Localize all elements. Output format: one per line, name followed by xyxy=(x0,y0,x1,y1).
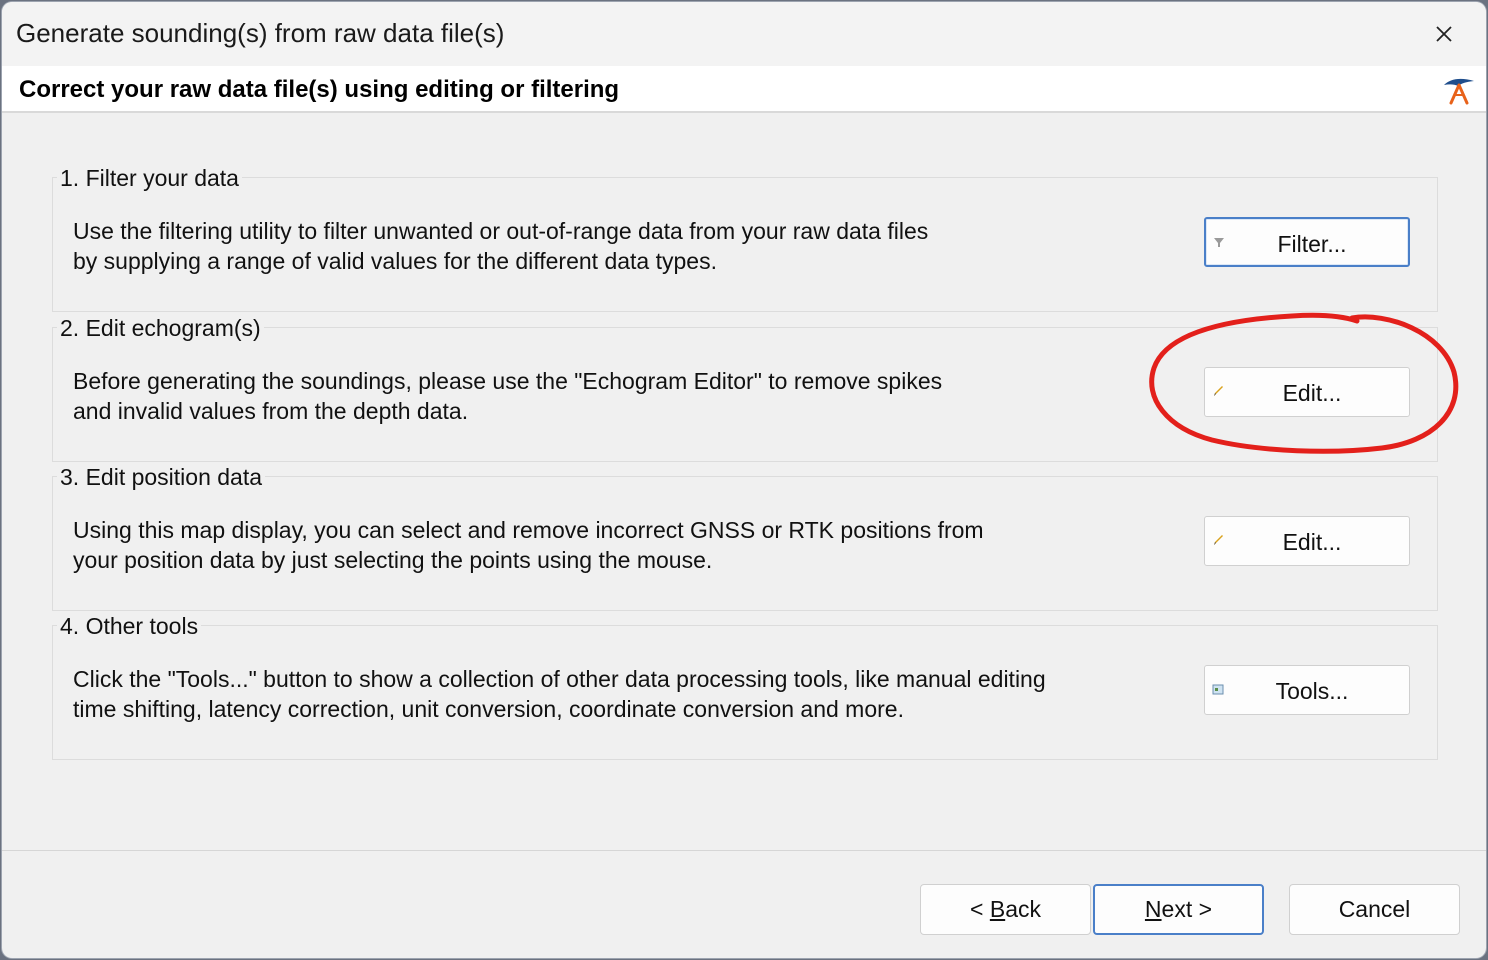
back-button-accel: B xyxy=(989,896,1006,922)
hydrographic-logo-icon xyxy=(1444,78,1474,105)
filter-data-group: 1. Filter your data Use the filtering ut… xyxy=(52,164,1438,312)
title-bar: Generate sounding(s) from raw data file(… xyxy=(2,2,1486,66)
edit-position-group: 3. Edit position data Using this map dis… xyxy=(52,463,1438,611)
filter-button[interactable]: Filter... xyxy=(1204,217,1410,267)
group-title: 2. Edit echogram(s) xyxy=(57,314,264,342)
back-button-prefix: < xyxy=(970,896,990,922)
tools-button[interactable]: Tools... xyxy=(1204,665,1410,715)
next-button-rest: ext > xyxy=(1161,896,1213,922)
group-title: 1. Filter your data xyxy=(57,164,242,192)
filter-button-label: Filter... xyxy=(1277,231,1347,257)
window-title: Generate sounding(s) from raw data file(… xyxy=(16,18,505,48)
edit-position-button-label: Edit... xyxy=(1282,529,1342,555)
footer-separator xyxy=(2,850,1486,851)
next-button-accel: N xyxy=(1144,896,1162,922)
next-button[interactable]: Next > xyxy=(1093,884,1264,935)
tools-button-label: Tools... xyxy=(1275,678,1349,704)
group-description: Before generating the soundings, please … xyxy=(73,366,942,426)
edit-echogram-button-label: Edit... xyxy=(1282,380,1342,406)
edit-echogram-button[interactable]: Edit... xyxy=(1204,367,1410,417)
description-line: Using this map display, you can select a… xyxy=(73,517,984,543)
description-line: your position data by just selecting the… xyxy=(73,547,713,573)
description-line: by supplying a range of valid values for… xyxy=(73,248,717,274)
close-icon xyxy=(1436,26,1452,42)
back-button-rest: ack xyxy=(1005,896,1041,922)
edit-position-button[interactable]: Edit... xyxy=(1204,516,1410,566)
group-title: 3. Edit position data xyxy=(57,463,266,491)
description-line: Before generating the soundings, please … xyxy=(73,368,943,394)
page-header: Correct your raw data file(s) using edit… xyxy=(2,66,1486,113)
cancel-button[interactable]: Cancel xyxy=(1289,884,1460,935)
close-button[interactable] xyxy=(1402,2,1486,66)
description-line: Click the "Tools..." button to show a co… xyxy=(73,666,1046,692)
back-button[interactable]: < Back xyxy=(920,884,1091,935)
group-title: 4. Other tools xyxy=(57,612,202,640)
page-title: Correct your raw data file(s) using edit… xyxy=(19,76,620,103)
dialog-window: Generate sounding(s) from raw data file(… xyxy=(2,2,1486,958)
description-line: Use the filtering utility to filter unwa… xyxy=(73,218,929,244)
group-description: Using this map display, you can select a… xyxy=(73,515,984,575)
description-line: and invalid values from the depth data. xyxy=(73,398,469,424)
cancel-button-label: Cancel xyxy=(1338,896,1411,922)
other-tools-group: 4. Other tools Click the "Tools..." butt… xyxy=(52,612,1438,760)
edit-echogram-group: 2. Edit echogram(s) Before generating th… xyxy=(52,314,1438,462)
description-line: time shifting, latency correction, unit … xyxy=(73,696,904,722)
group-description: Use the filtering utility to filter unwa… xyxy=(73,216,928,276)
group-description: Click the "Tools..." button to show a co… xyxy=(73,664,1046,724)
